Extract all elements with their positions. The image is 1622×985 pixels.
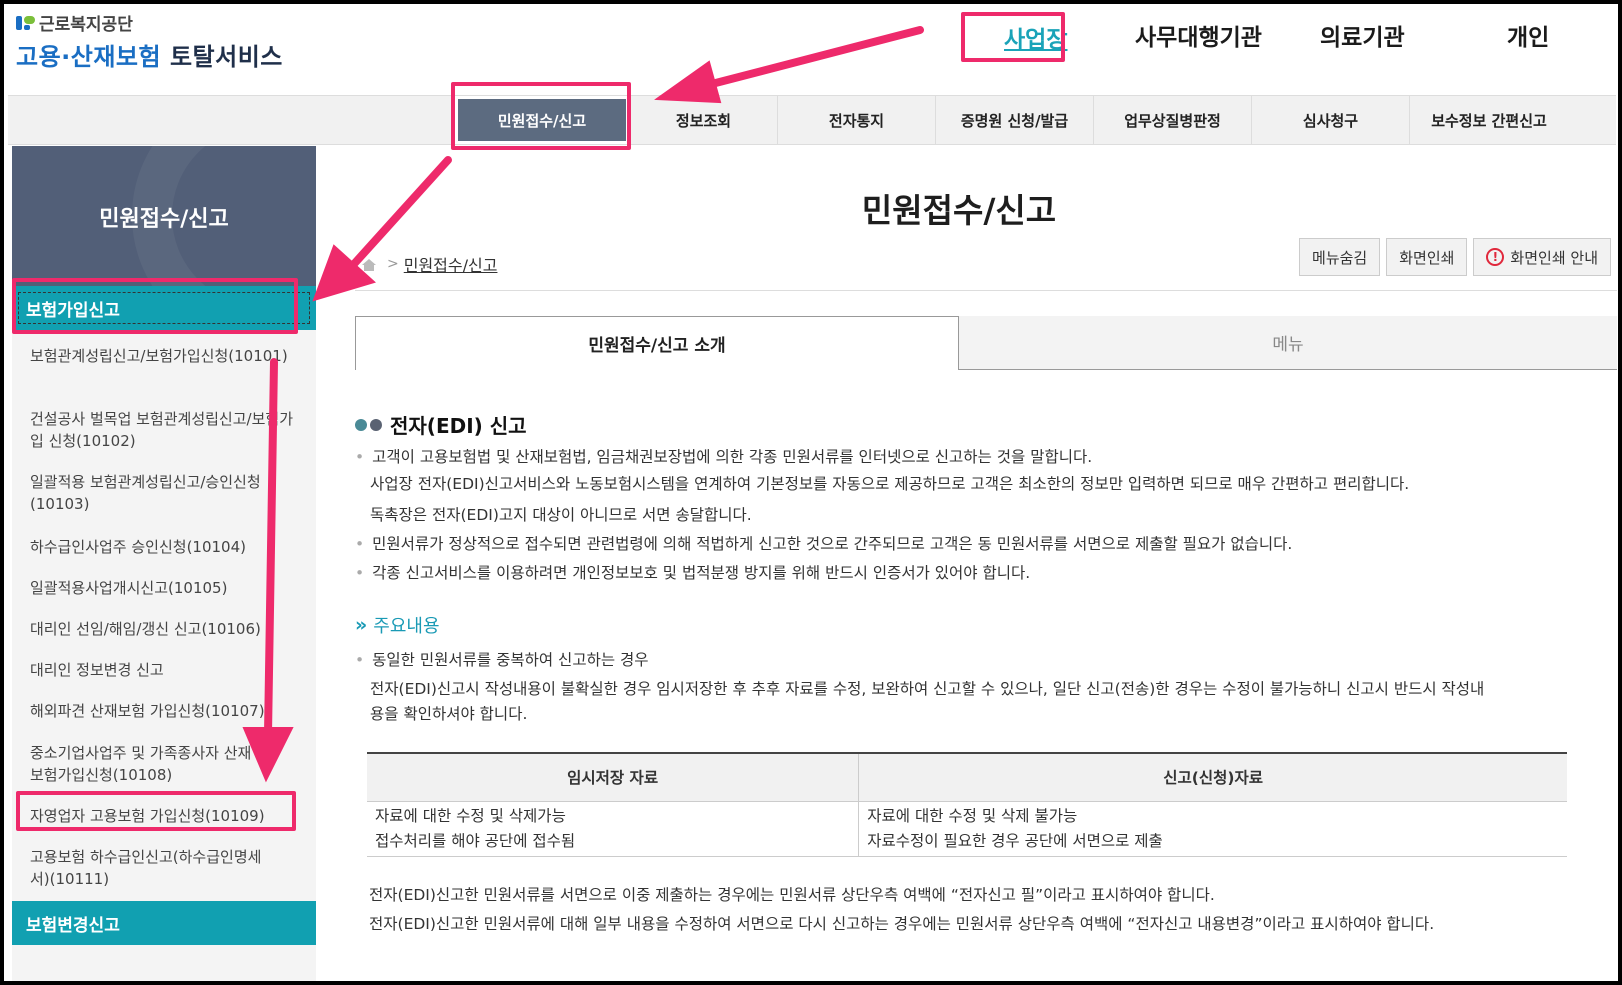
org-logo-icon bbox=[16, 14, 36, 32]
gnb-item-civil-petition[interactable]: 민원접수/신고 bbox=[455, 96, 629, 144]
warning-icon: ! bbox=[1486, 248, 1505, 266]
user-type-agency[interactable]: 사무대행기관 bbox=[1135, 18, 1262, 52]
user-type-medical[interactable]: 의료기관 bbox=[1320, 18, 1405, 52]
bullet-dots-icon bbox=[355, 418, 382, 431]
key-paragraph: 전자(EDI)신고시 작성내용이 불확실한 경우 임시저장한 후 추후 자료를 … bbox=[370, 680, 1485, 698]
page-title: 민원접수/신고 bbox=[861, 191, 1057, 230]
sidebar-header: 민원접수/신고 bbox=[12, 146, 316, 286]
key-paragraph: 용을 확인하셔야 합니다. bbox=[370, 705, 528, 723]
sidebar-item-10101[interactable]: 보험관계성립신고/보험가입신청(10101) bbox=[30, 345, 305, 367]
section-heading-key: » 주요내용 bbox=[355, 612, 440, 638]
sidebar-category-insurance-change[interactable]: 보험변경신고 bbox=[12, 901, 316, 945]
table-header: 임시저장 자료 bbox=[367, 752, 860, 802]
breadcrumb: > 민원접수/신고 bbox=[361, 252, 497, 276]
home-icon[interactable] bbox=[361, 257, 377, 271]
sidebar: 민원접수/신고 보험가입신고 보험관계성립신고/보험가입신청(10101) 건설… bbox=[12, 146, 316, 981]
utility-buttons: 메뉴숨김 화면인쇄 ! 화면인쇄 안내 bbox=[1299, 238, 1611, 276]
print-button[interactable]: 화면인쇄 bbox=[1386, 238, 1468, 276]
breadcrumb-current[interactable]: 민원접수/신고 bbox=[404, 252, 498, 276]
sidebar-title: 민원접수/신고 bbox=[99, 207, 229, 232]
table-row: 자료에 대한 수정 및 삭제가능 접수처리를 해야 공단에 접수됨 자료에 대한… bbox=[367, 801, 1567, 857]
user-type-individual[interactable]: 개인 bbox=[1507, 18, 1549, 52]
sidebar-item-10109[interactable]: 자영업자 고용보험 가입신청(10109) bbox=[30, 805, 305, 827]
org-name-text: 근로복지공단 bbox=[39, 15, 133, 35]
gnb-item-wage-report[interactable]: 보수정보 간편신고 bbox=[1409, 96, 1568, 144]
service-suffix: 토탈서비스 bbox=[161, 43, 283, 71]
note-text: 전자(EDI)신고한 민원서류를 서면으로 이중 제출하는 경우에는 민원서류 … bbox=[369, 886, 1215, 904]
gnb-item-info-inquiry[interactable]: 정보조회 bbox=[629, 96, 777, 144]
section-heading-edi: 전자(EDI) 신고 bbox=[355, 410, 527, 439]
section-heading-edi-text: 전자(EDI) 신고 bbox=[390, 414, 527, 438]
gnb-item-review-request[interactable]: 심사청구 bbox=[1251, 96, 1409, 144]
divider bbox=[355, 290, 1617, 291]
content-tabs: 민원접수/신고 소개 메뉴 bbox=[355, 316, 1617, 370]
sidebar-item-agent-info[interactable]: 대리인 정보변경 신고 bbox=[30, 659, 305, 681]
edi-paragraph: 사업장 전자(EDI)신고서비스와 노동보험시스템을 연계하여 기본정보를 자동… bbox=[370, 475, 1410, 493]
user-type-business[interactable]: 사업장 bbox=[1004, 20, 1067, 54]
sidebar-item-10107[interactable]: 해외파견 산재보험 가입신청(10107) bbox=[30, 700, 274, 722]
sidebar-item-10111[interactable]: 고용보험 하수급인신고(하수급인명세서)(10111) bbox=[30, 846, 270, 890]
table-cell: 자료에 대한 수정 및 삭제 불가능 자료수정이 필요한 경우 공단에 서면으로… bbox=[858, 801, 1567, 857]
tab-menu[interactable]: 메뉴 bbox=[959, 316, 1617, 370]
print-guide-button[interactable]: ! 화면인쇄 안내 bbox=[1473, 238, 1611, 276]
tab-intro[interactable]: 민원접수/신고 소개 bbox=[355, 316, 959, 370]
sidebar-item-10106[interactable]: 대리인 선임/해임/갱신 신고(10106) bbox=[30, 618, 274, 640]
service-name: 고용·산재보험 토탈서비스 bbox=[16, 37, 283, 72]
sidebar-item-10102[interactable]: 건설공사 벌목업 보험관계성립신고/보험가입 신청(10102) bbox=[30, 408, 305, 452]
sidebar-item-10104[interactable]: 하수급인사업주 승인신청(10104) bbox=[30, 536, 305, 558]
key-paragraph: • 동일한 민원서류를 중복하여 신고하는 경우 bbox=[355, 651, 649, 669]
gnb-item-disease-judgment[interactable]: 업무상질병판정 bbox=[1093, 96, 1251, 144]
sidebar-item-10108[interactable]: 중소기업사업주 및 가족종사자 산재보험가입신청(10108) bbox=[30, 742, 255, 786]
service-prefix: 고용·산재보험 bbox=[16, 43, 162, 71]
screenshot-frame: 근로복지공단 고용·산재보험 토탈서비스 사업장 사무대행기관 의료기관 개인 … bbox=[4, 4, 1618, 981]
sidebar-item-10105[interactable]: 일괄적용사업개시신고(10105) bbox=[30, 577, 305, 599]
main-content: 민원접수/신고 > 민원접수/신고 메뉴숨김 화면인쇄 ! 화면인쇄 안내 민원… bbox=[339, 146, 1618, 981]
gnb-item-e-notice[interactable]: 전자통지 bbox=[777, 96, 935, 144]
global-nav: 민원접수/신고 정보조회 전자통지 증명원 신청/발급 업무상질병판정 심사청구… bbox=[8, 95, 1616, 145]
edi-paragraph: • 각종 신고서비스를 이용하려면 개인정보보호 및 법적분쟁 방지를 위해 반드… bbox=[355, 564, 1031, 582]
hide-menu-button[interactable]: 메뉴숨김 bbox=[1299, 238, 1381, 276]
section-heading-key-text: 주요내용 bbox=[373, 616, 440, 637]
table-cell: 자료에 대한 수정 및 삭제가능 접수처리를 해야 공단에 접수됨 bbox=[367, 801, 860, 857]
org-name: 근로복지공단 bbox=[16, 10, 283, 35]
edi-paragraph: 독촉장은 전자(EDI)고지 대상이 아니므로 서면 송달합니다. bbox=[370, 506, 752, 524]
sidebar-item-10103[interactable]: 일괄적용 보험관계성립신고/승인신청(10103) bbox=[30, 471, 305, 515]
site-logo[interactable]: 근로복지공단 고용·산재보험 토탈서비스 bbox=[16, 10, 283, 72]
print-guide-label: 화면인쇄 안내 bbox=[1510, 248, 1598, 267]
edi-paragraph: • 고객이 고용보험법 및 산재보험법, 임금채권보장법에 의한 각종 민원서류를… bbox=[355, 448, 1093, 466]
gnb-item-certificate[interactable]: 증명원 신청/발급 bbox=[935, 96, 1093, 144]
note-text: 전자(EDI)신고한 민원서류에 대해 일부 내용을 수정하여 서면으로 다시 … bbox=[369, 915, 1435, 933]
edi-paragraph: • 민원서류가 정상적으로 접수되면 관련법령에 의해 적법하게 신고한 것으로 … bbox=[355, 535, 1293, 553]
double-chevron-icon: » bbox=[355, 614, 368, 636]
comparison-table: 임시저장 자료 신고(신청)자료 자료에 대한 수정 및 삭제가능 접수처리를 … bbox=[367, 752, 1567, 857]
table-header: 신고(신청)자료 bbox=[858, 752, 1567, 802]
breadcrumb-separator-icon: > bbox=[387, 256, 399, 272]
sidebar-category-insurance-join[interactable]: 보험가입신고 bbox=[12, 286, 316, 330]
